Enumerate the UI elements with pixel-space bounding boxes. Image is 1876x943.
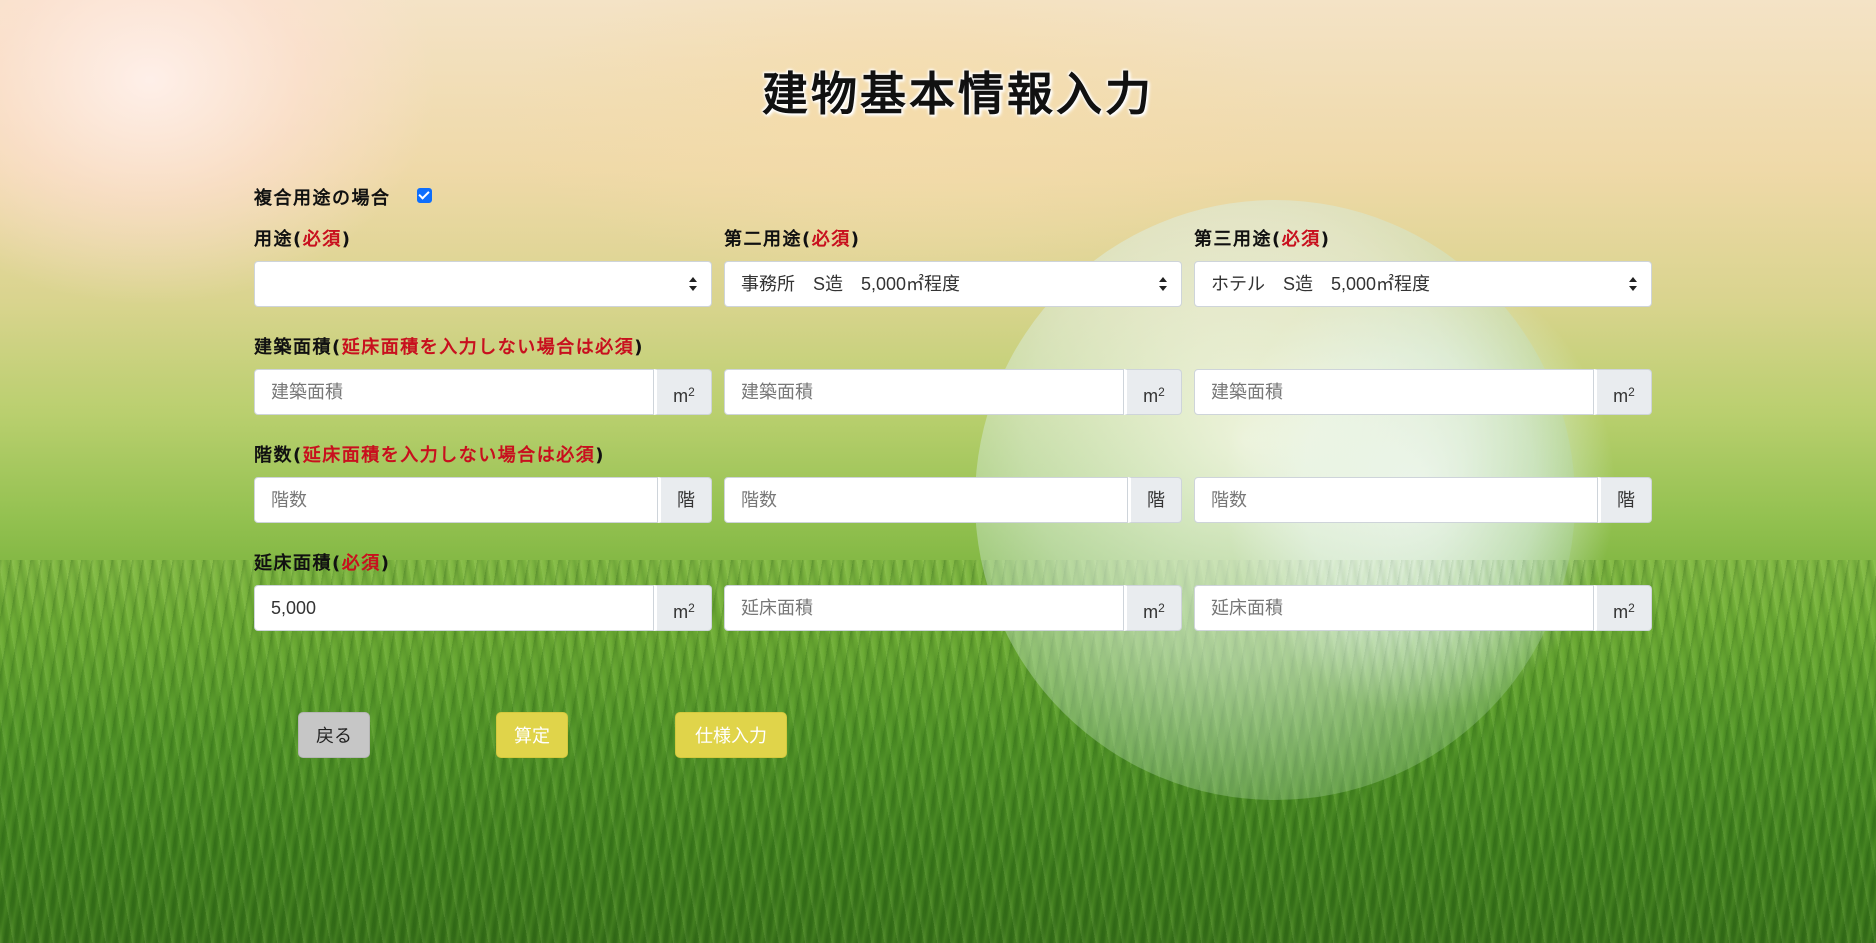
select-arrows-icon — [1629, 277, 1637, 291]
use-label-2: 第二用途(必須) — [724, 229, 861, 250]
floor-area-input-3[interactable]: 延床面積 — [1194, 585, 1594, 631]
floor-area-group-2: 延床面積 m2 — [724, 585, 1182, 631]
floors-input-2[interactable]: 階数 — [724, 477, 1128, 523]
floor-unit-addon: 階 — [658, 477, 712, 523]
building-area-group-1: 建築面積 m2 — [254, 369, 712, 415]
use-label-3: 第三用途(必須) — [1194, 229, 1331, 250]
use-select-2-value: 事務所 S造 5,000㎡程度 — [741, 274, 961, 294]
floors-group-2: 階数 階 — [724, 477, 1182, 523]
floor-area-group-1: 5,000 m2 — [254, 585, 712, 631]
back-button[interactable]: 戻る — [298, 712, 370, 758]
floor-unit-addon: 階 — [1598, 477, 1652, 523]
building-area-label: 建築面積(延床面積を入力しない場合は必須) — [254, 337, 644, 358]
page: 建物基本情報入力 複合用途の場合 用途(必須) 第二用途(必須) 第三用途(必須… — [0, 0, 1876, 943]
floor-unit-addon: 階 — [1128, 477, 1182, 523]
area-unit-addon: m2 — [1124, 369, 1182, 415]
area-unit-addon: m2 — [654, 369, 712, 415]
select-arrows-icon — [689, 277, 697, 291]
building-area-input-1[interactable]: 建築面積 — [254, 369, 654, 415]
building-area-input-2[interactable]: 建築面積 — [724, 369, 1124, 415]
floor-area-label: 延床面積(必須) — [254, 553, 391, 574]
floor-area-input-1[interactable]: 5,000 — [254, 585, 654, 631]
floors-group-3: 階数 階 — [1194, 477, 1652, 523]
floor-area-group-3: 延床面積 m2 — [1194, 585, 1652, 631]
use-select-3-value: ホテル S造 5,000㎡程度 — [1211, 274, 1431, 294]
select-arrows-icon — [1159, 277, 1167, 291]
floors-input-1[interactable]: 階数 — [254, 477, 658, 523]
building-area-input-3[interactable]: 建築面積 — [1194, 369, 1594, 415]
floors-input-3[interactable]: 階数 — [1194, 477, 1598, 523]
use-label-1: 用途(必須) — [254, 229, 352, 250]
floors-group-1: 階数 階 — [254, 477, 712, 523]
mixed-use-checkbox[interactable] — [417, 188, 432, 203]
page-title: 建物基本情報入力 — [762, 67, 1154, 121]
use-select-1[interactable] — [254, 261, 712, 307]
floors-label: 階数(延床面積を入力しない場合は必須) — [254, 445, 605, 466]
calculate-button[interactable]: 算定 — [496, 712, 568, 758]
spec-input-button[interactable]: 仕様入力 — [675, 712, 787, 758]
area-unit-addon: m2 — [654, 585, 712, 631]
area-unit-addon: m2 — [1594, 585, 1652, 631]
use-select-3[interactable]: ホテル S造 5,000㎡程度 — [1194, 261, 1652, 307]
mixed-use-label: 複合用途の場合 — [254, 188, 391, 209]
area-unit-addon: m2 — [1594, 369, 1652, 415]
floor-area-input-2[interactable]: 延床面積 — [724, 585, 1124, 631]
area-unit-addon: m2 — [1124, 585, 1182, 631]
building-area-group-2: 建築面積 m2 — [724, 369, 1182, 415]
use-select-2[interactable]: 事務所 S造 5,000㎡程度 — [724, 261, 1182, 307]
building-area-group-3: 建築面積 m2 — [1194, 369, 1652, 415]
